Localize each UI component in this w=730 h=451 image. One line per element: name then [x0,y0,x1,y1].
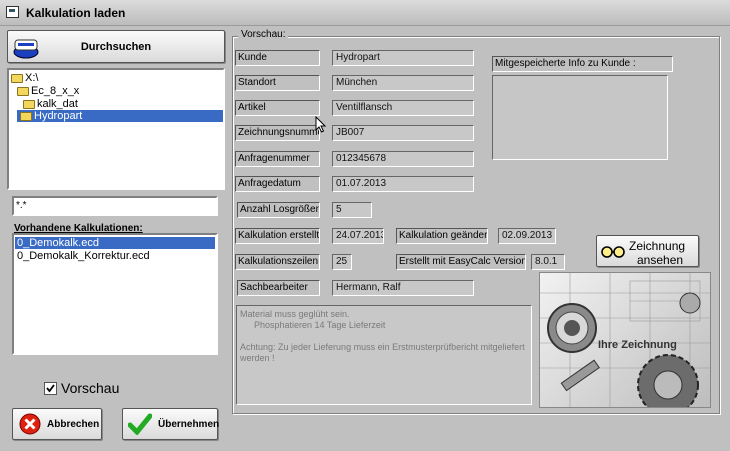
folder-tree[interactable]: X:\ Ec_8_x_x kalk_dat Hydropart [7,68,225,190]
preview-group-title: Vorschau: [238,29,289,40]
anfragedatum-label: Anfragedatum [235,176,320,192]
notes-line: Material muss geglüht sein. [240,309,350,319]
folder-icon [17,86,29,96]
drawing-preview: Ihre Zeichnung [539,272,711,408]
erstellt-value: 24.07.2013 [332,228,384,244]
anfragenummer-value: 012345678 [332,151,474,167]
anfragenummer-label: Anfragenummer [235,151,320,167]
file-filter-input[interactable]: *.* [12,196,218,216]
kunde-label: Kunde [235,50,320,66]
tree-item-root[interactable]: X:\ [11,72,38,84]
zeilen-label: Kalkulationszeilen [235,254,320,270]
standort-value: München [332,75,474,91]
tree-item-ec[interactable]: Ec_8_x_x [17,85,79,97]
folder-icon [20,111,32,121]
losgroessen-label: Anzahl Losgrößen [237,202,320,218]
artikel-value: Ventilflansch [332,100,474,116]
view-drawing-button[interactable]: Zeichnung ansehen [596,235,699,267]
checkmark-icon [127,413,153,438]
cancel-icon [19,413,41,438]
list-item[interactable]: 0_Demokalk_Korrektur.ecd [15,250,215,262]
notes-line: Achtung: Zu jeder Lieferung muss ein Ers… [240,342,525,363]
glasses-icon [601,243,625,262]
apply-button[interactable]: Übernehmen [122,408,219,440]
geaendert-value: 02.09.2013 [498,228,556,244]
sachbearbeiter-label: Sachbearbeiter [237,280,320,296]
customer-info-label: Mitgespeicherte Info zu Kunde : [492,56,673,72]
mouse-cursor-icon [315,115,327,137]
check-icon [46,384,55,393]
artikel-label: Artikel [235,100,320,116]
tree-item-hydropart[interactable]: Hydropart [17,110,223,122]
preview-checkbox-label: Vorschau [61,380,120,396]
window-icon [6,6,19,18]
window-title: Kalkulation laden [26,6,126,20]
erstellt-label: Kalkulation erstellt [235,228,320,244]
standort-label: Standort [235,75,320,91]
zeilen-value: 25 [332,254,352,270]
drawing-caption: Ihre Zeichnung [598,339,677,351]
browse-button[interactable]: Durchsuchen [7,30,225,63]
zeichnungsnummer-label: Zeichnungsnummer [235,125,320,141]
folder-icon [23,99,35,109]
kunde-value: Hydropart [332,50,474,66]
notes-box: Material muss geglüht sein. Phosphatiere… [236,305,532,405]
list-item[interactable]: 0_Demokalk.ecd [15,237,215,249]
version-value: 8.0.1 [531,254,565,270]
browse-label: Durchsuchen [80,41,152,53]
anfragedatum-value: 01.07.2013 [332,176,474,192]
version-label: Erstellt mit EasyCalc Version [396,254,526,270]
geaendert-label: Kalkulation geändert [396,228,488,244]
cancel-button[interactable]: Abbrechen [12,408,102,440]
sachbearbeiter-value: Hermann, Ralf [332,280,474,296]
title-bar: Kalkulation laden [0,0,730,26]
checkbox-box[interactable] [44,382,57,395]
calc-list[interactable]: 0_Demokalk.ecd 0_Demokalk_Korrektur.ecd [12,233,218,355]
tree-item-kalk-dat[interactable]: kalk_dat [23,98,78,110]
folder-icon [11,73,23,83]
notes-line: Phosphatieren 14 Tage Lieferzeit [254,320,386,330]
customer-info-box [492,75,668,160]
losgroessen-value: 5 [332,202,372,218]
zeichnungsnummer-value: JB007 [332,125,474,141]
